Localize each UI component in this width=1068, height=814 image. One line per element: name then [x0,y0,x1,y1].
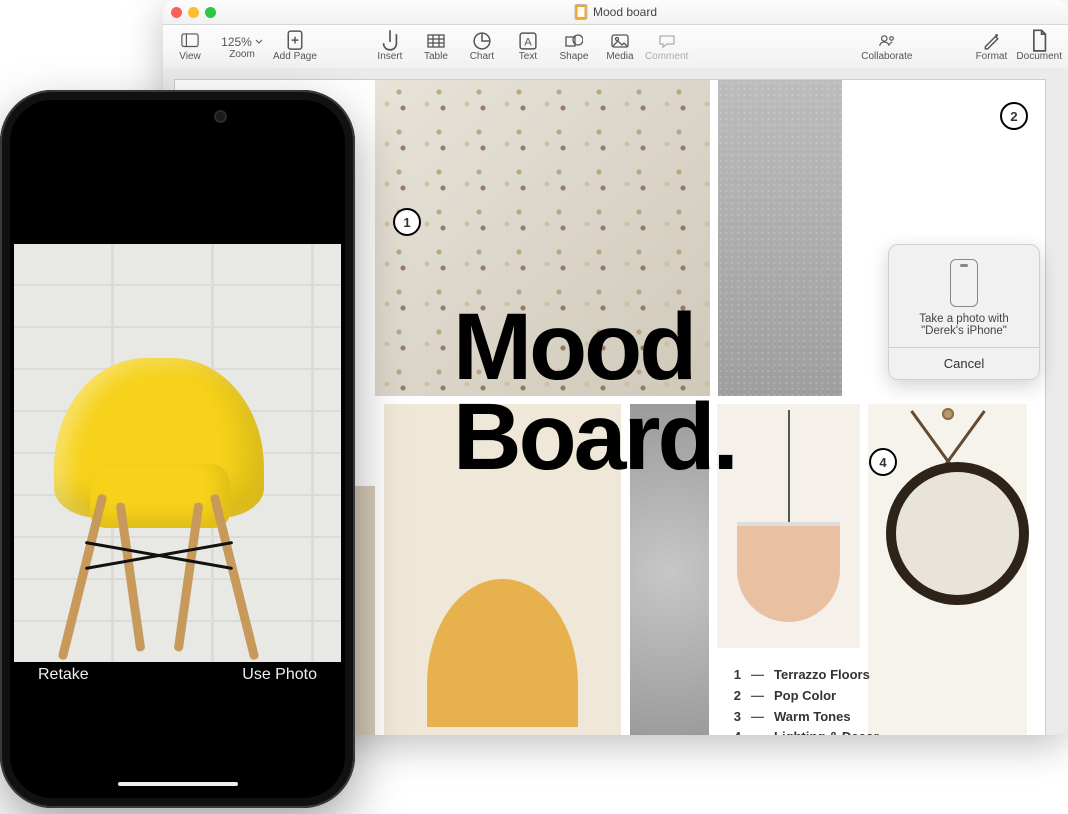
document-title[interactable]: Mood Board. [453,302,736,483]
callout-2[interactable]: 2 [1000,102,1028,130]
popover-text-line1: Take a photo with [899,313,1029,325]
add-page-button[interactable]: Add Page [273,28,317,66]
camera-viewport [14,244,341,662]
media-button[interactable]: Media [599,28,641,66]
table-button[interactable]: Table [415,28,457,66]
callout-1[interactable]: 1 [393,208,421,236]
image-concrete[interactable] [718,80,842,396]
image-lamp[interactable] [717,404,860,648]
shape-button[interactable]: Shape [553,28,595,66]
legend-row: 3—Warm Tones [731,707,879,728]
view-button[interactable]: View [169,28,211,66]
window-titlebar[interactable]: Mood board [163,0,1068,25]
view-icon [181,33,199,49]
chart-button[interactable]: Chart [461,28,503,66]
iphone-icon [950,259,978,307]
minimize-window-button[interactable] [188,7,199,18]
mirror-face [886,462,1029,605]
maximize-window-button[interactable] [205,7,216,18]
zoom-button[interactable]: 125% Zoom [215,35,269,60]
shape-icon [565,33,583,49]
home-indicator[interactable] [118,782,238,786]
zoom-value: 125% [221,35,252,49]
window-title: Mood board [574,4,657,20]
document-button[interactable]: Document [1016,28,1062,66]
retake-button[interactable]: Retake [38,666,89,684]
media-icon [611,33,629,49]
cancel-button[interactable]: Cancel [889,347,1039,379]
text-button[interactable]: A Text [507,28,549,66]
collaborate-button[interactable]: Collaborate [861,28,912,66]
insert-icon [381,33,399,49]
window-title-text: Mood board [593,5,657,19]
popover-text-line2: "Derek's iPhone" [899,325,1029,337]
iphone-device: Retake Use Photo [0,90,355,808]
chevron-down-icon [255,39,263,45]
continuity-camera-popover: Take a photo with "Derek's iPhone" Cance… [888,244,1040,380]
add-page-icon [286,33,304,49]
iphone-screen: Retake Use Photo [14,104,341,794]
comment-button: Comment [645,28,688,66]
text-icon: A [519,33,537,49]
callout-4[interactable]: 4 [869,448,897,476]
legend-row: 4—Lighting & Decor [731,727,879,735]
toolbar: View 125% Zoom Add Page Insert [163,25,1068,70]
iphone-notch [103,104,253,130]
table-icon [427,33,445,49]
format-icon [982,33,1000,49]
use-photo-button[interactable]: Use Photo [242,666,317,684]
format-button[interactable]: Format [970,28,1012,66]
camera-action-bar: Retake Use Photo [14,626,341,794]
svg-text:A: A [524,36,532,48]
close-window-button[interactable] [171,7,182,18]
legend-row: 2—Pop Color [731,686,879,707]
legend[interactable]: 1—Terrazzo Floors2—Pop Color3—Warm Tones… [731,665,879,735]
insert-button[interactable]: Insert [369,28,411,66]
collaborate-icon [878,33,896,49]
legend-row: 1—Terrazzo Floors [731,665,879,686]
photo-chair [34,322,294,642]
comment-icon [658,33,676,49]
chart-icon [473,33,491,49]
document-button-icon [1030,33,1048,49]
document-icon [574,4,587,20]
